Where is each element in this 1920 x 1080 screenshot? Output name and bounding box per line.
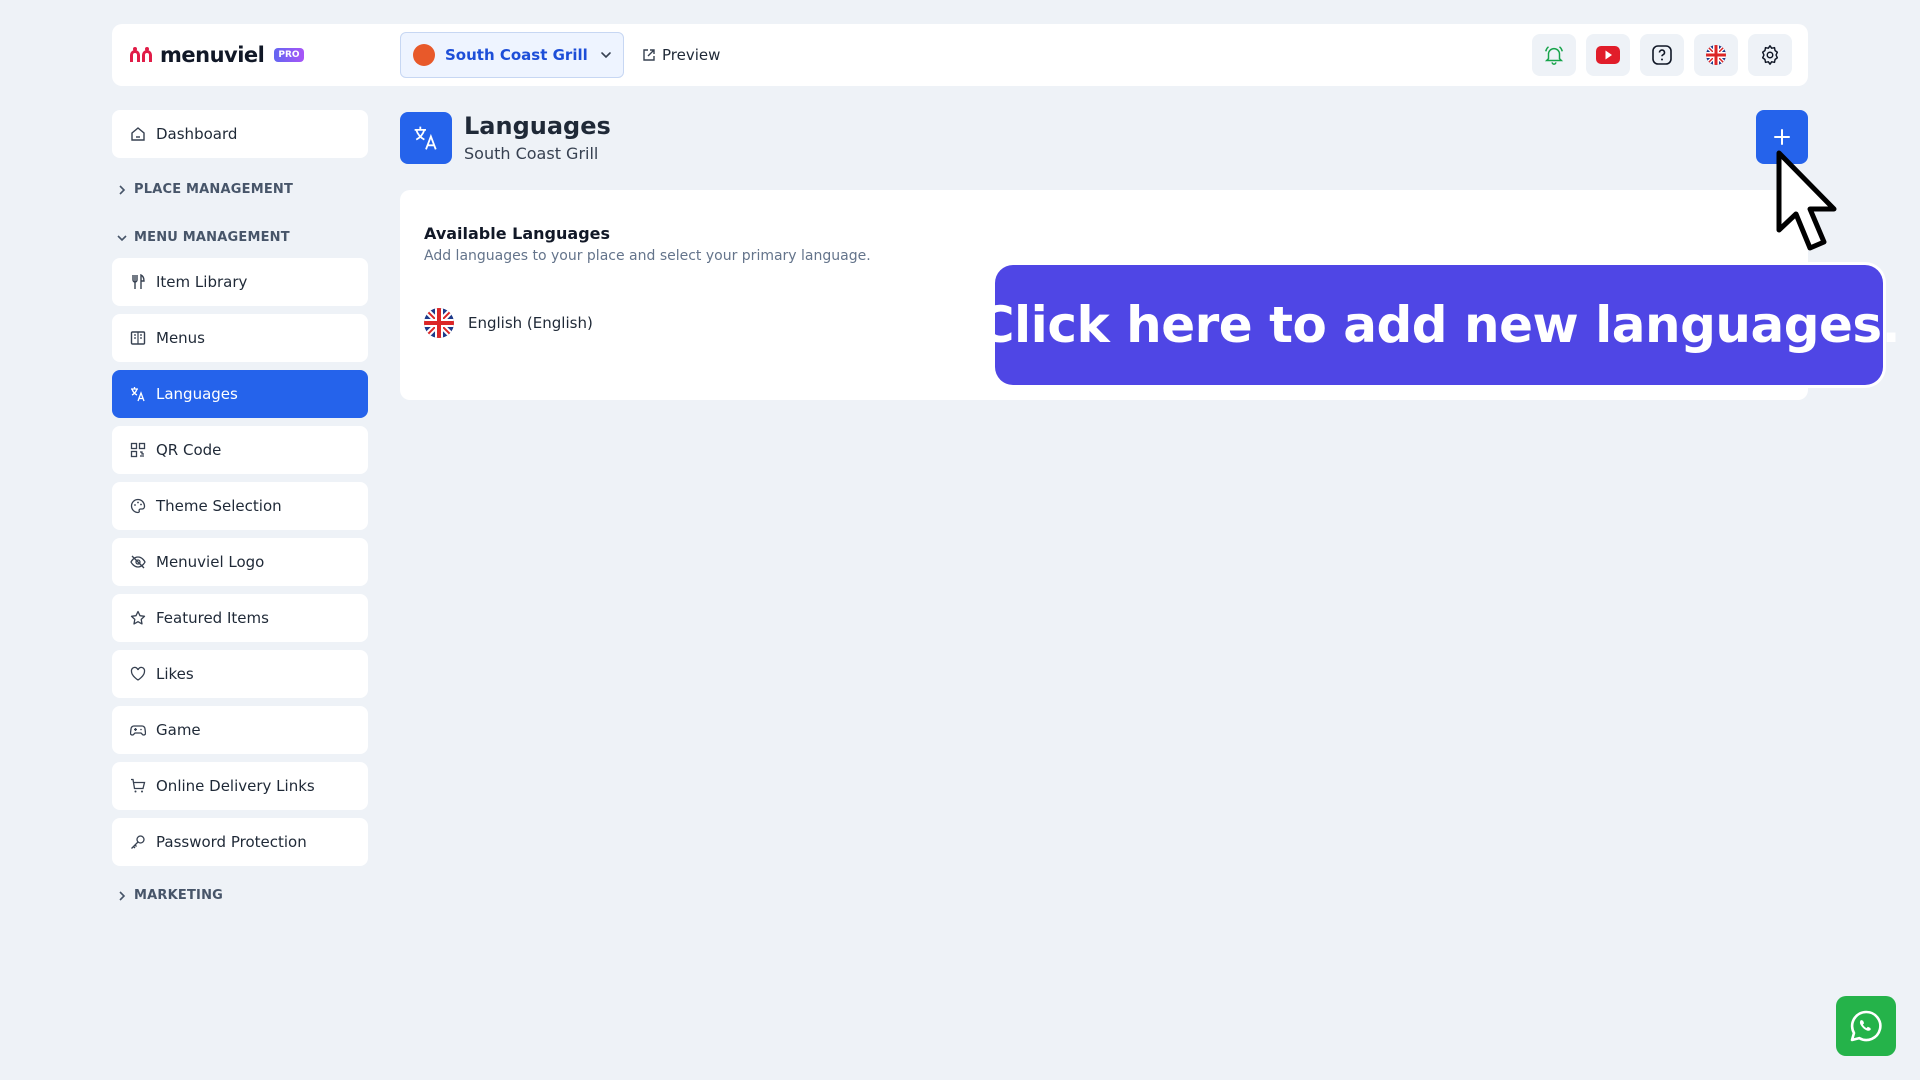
sidebar-item-label: Menuviel Logo xyxy=(156,553,265,571)
book-icon xyxy=(130,331,146,345)
translate-icon xyxy=(400,112,452,164)
sidebar-item-label: Featured Items xyxy=(156,609,269,627)
sidebar-item-label: Likes xyxy=(156,665,194,683)
key-icon xyxy=(131,835,145,849)
sidebar-item-label: Password Protection xyxy=(156,833,307,851)
menuviel-logo-icon xyxy=(128,44,154,66)
section-label: MARKETING xyxy=(134,888,224,903)
section-label: PLACE MANAGEMENT xyxy=(134,182,294,197)
star-icon xyxy=(130,610,146,625)
tutorial-callout: Click here to add new languages. xyxy=(978,265,1901,385)
gamepad-icon xyxy=(130,725,146,736)
sidebar-item-online-delivery-links[interactable]: Online Delivery Links xyxy=(112,762,368,810)
sidebar-item-likes[interactable]: Likes xyxy=(112,650,368,698)
preview-link[interactable]: Preview xyxy=(642,24,720,86)
palette-icon xyxy=(130,498,146,514)
uk-flag-icon xyxy=(1706,45,1726,65)
notifications-button[interactable] xyxy=(1532,34,1576,76)
chevron-down-icon xyxy=(117,234,127,241)
place-name: South Coast Grill xyxy=(445,46,588,64)
page-title-block: Languages South Coast Grill xyxy=(464,112,611,163)
place-selector[interactable]: South Coast Grill xyxy=(400,32,624,78)
sidebar-item-label: Dashboard xyxy=(156,125,238,143)
top-actions xyxy=(1532,34,1792,76)
external-link-icon xyxy=(643,49,655,61)
card-description: Add languages to your place and select y… xyxy=(424,248,871,264)
translate-icon xyxy=(131,387,145,402)
youtube-icon xyxy=(1596,46,1620,64)
whatsapp-button[interactable] xyxy=(1836,996,1896,1056)
chevron-right-icon xyxy=(119,184,126,195)
section-place-management[interactable]: PLACE MANAGEMENT xyxy=(116,182,293,197)
gear-icon xyxy=(1761,45,1779,65)
sidebar-item-featured-items[interactable]: Featured Items xyxy=(112,594,368,642)
whatsapp-icon xyxy=(1850,1010,1882,1042)
heart-icon xyxy=(130,666,146,681)
chevron-right-icon xyxy=(119,890,126,901)
youtube-button[interactable] xyxy=(1586,34,1630,76)
home-icon xyxy=(131,127,145,141)
sidebar-item-item-library[interactable]: Item Library xyxy=(112,258,368,306)
bell-icon xyxy=(1544,46,1564,65)
section-menu-management[interactable]: MENU MANAGEMENT xyxy=(116,230,290,245)
page-header: Languages South Coast Grill xyxy=(400,112,611,164)
sidebar-item-menus[interactable]: Menus xyxy=(112,314,368,362)
plus-icon xyxy=(1774,129,1790,145)
section-label: MENU MANAGEMENT xyxy=(134,230,290,245)
uk-flag-icon xyxy=(424,308,454,338)
sidebar-item-label: Item Library xyxy=(156,273,248,291)
chevron-down-icon xyxy=(600,52,611,59)
sidebar-item-game[interactable]: Game xyxy=(112,706,368,754)
brand-name: menuviel xyxy=(160,43,265,67)
help-icon xyxy=(1652,45,1672,65)
page-subtitle: South Coast Grill xyxy=(464,143,599,163)
cart-icon xyxy=(131,778,146,793)
brand-logo[interactable]: menuviel PRO xyxy=(128,24,304,86)
language-item[interactable]: English (English) xyxy=(424,308,593,338)
preview-label: Preview xyxy=(662,46,721,64)
language-button[interactable] xyxy=(1694,34,1738,76)
place-avatar xyxy=(413,44,435,66)
utensils-icon xyxy=(132,274,145,289)
sidebar-item-menuviel-logo[interactable]: Menuviel Logo xyxy=(112,538,368,586)
top-bar: menuviel PRO South Coast Grill Preview xyxy=(112,24,1808,86)
sidebar-item-label: Theme Selection xyxy=(156,497,282,515)
card-title: Available Languages xyxy=(424,224,611,243)
help-button[interactable] xyxy=(1640,34,1684,76)
sidebar-item-dashboard[interactable]: Dashboard xyxy=(112,110,368,158)
language-label: English (English) xyxy=(468,314,593,332)
sidebar-item-label: Menus xyxy=(156,329,205,347)
sidebar-item-label: Online Delivery Links xyxy=(156,777,315,795)
sidebar-item-label: Game xyxy=(156,721,201,739)
mouse-cursor-icon xyxy=(1776,150,1837,251)
page-title: Languages xyxy=(464,112,611,141)
settings-button[interactable] xyxy=(1748,34,1792,76)
sidebar-item-label: Languages xyxy=(156,385,238,403)
app-page: menuviel PRO South Coast Grill Preview D… xyxy=(0,0,1920,1080)
sidebar-item-theme-selection[interactable]: Theme Selection xyxy=(112,482,368,530)
section-marketing[interactable]: MARKETING xyxy=(116,888,223,903)
qr-icon xyxy=(130,442,146,458)
sidebar-item-label: QR Code xyxy=(156,441,222,459)
sidebar-item-languages[interactable]: Languages xyxy=(112,370,368,418)
sidebar-item-qr-code[interactable]: QR Code xyxy=(112,426,368,474)
eye-off-icon xyxy=(130,555,146,569)
pro-badge: PRO xyxy=(274,48,304,62)
sidebar-item-password-protection[interactable]: Password Protection xyxy=(112,818,368,866)
